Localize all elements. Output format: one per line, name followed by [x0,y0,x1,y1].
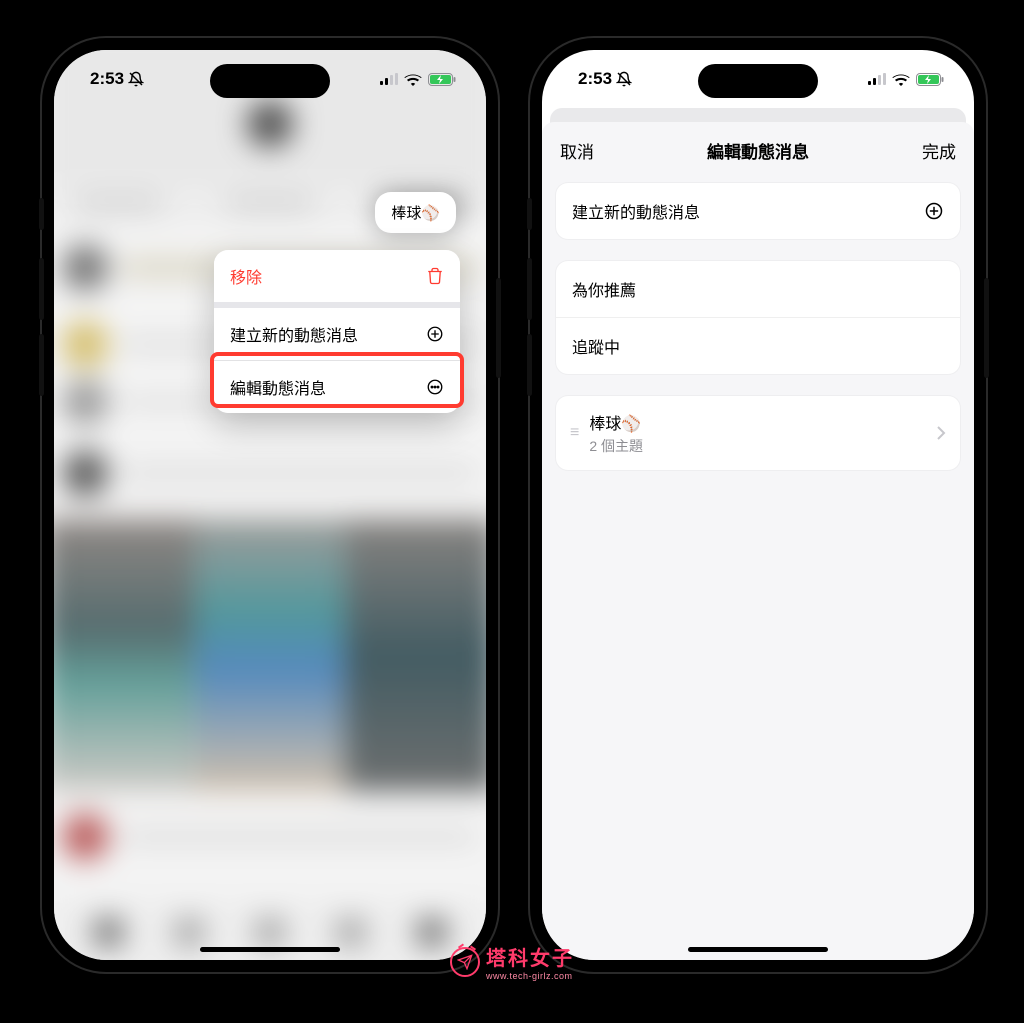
watermark: 塔科女子 www.tech-girlz.com [450,942,574,981]
cellular-icon [868,73,886,85]
plus-circle-icon [426,325,444,343]
sheet-header: 取消 編輯動態消息 完成 [542,122,974,175]
menu-item-label: 建立新的動態消息 [230,322,358,346]
feed-subtitle: 2 個主題 [589,436,643,456]
sheet-title: 編輯動態消息 [707,138,809,163]
feed-pill-label: 棒球⚾ [391,205,440,222]
menu-item-label: 編輯動態消息 [230,375,326,399]
phone-frame-right: 2:53 取消 編輯動態消息 [530,38,986,972]
ellipsis-circle-icon [426,378,444,396]
wifi-icon [404,73,422,86]
drag-handle-icon[interactable]: ≡ [570,424,577,442]
trash-icon [426,267,444,285]
create-feed-card: 建立新的動態消息 [556,183,960,239]
feed-name: 棒球⚾ [589,410,643,434]
menu-item-remove[interactable]: 移除 [214,250,460,302]
create-feed-row[interactable]: 建立新的動態消息 [556,183,960,239]
battery-charging-icon [916,73,944,86]
watermark-title: 塔科女子 [486,942,574,971]
screen-left: 2:53 [54,50,486,960]
bell-off-icon [128,71,144,87]
edit-feeds-sheet: 取消 編輯動態消息 完成 建立新的動態消息 為你推薦 [542,122,974,960]
cancel-button[interactable]: 取消 [560,138,594,163]
volume-up-button [39,258,44,320]
plus-circle-icon [924,201,944,221]
menu-item-create[interactable]: 建立新的動態消息 [214,308,460,360]
custom-feeds-card: ≡ 棒球⚾ 2 個主題 [556,396,960,470]
default-feeds-card: 為你推薦 追蹤中 [556,261,960,374]
home-indicator[interactable] [688,947,828,952]
menu-item-label: 移除 [230,264,262,288]
context-menu: 移除 建立新的動態消息 編輯動態消息 [214,250,460,413]
battery-charging-icon [428,73,456,86]
power-button [496,278,501,378]
wifi-icon [892,73,910,86]
menu-item-edit[interactable]: 編輯動態消息 [214,360,460,413]
custom-feed-row[interactable]: ≡ 棒球⚾ 2 個主題 [556,396,960,470]
watermark-url: www.tech-girlz.com [486,971,574,981]
context-menu-overlay[interactable]: 棒球⚾ 移除 建立新的動態消息 編輯動態消息 [54,50,486,960]
bell-off-icon [616,71,632,87]
volume-up-button [527,258,532,320]
home-indicator[interactable] [200,947,340,952]
status-time: 2:53 [578,69,612,89]
volume-down-button [527,334,532,396]
for-you-row[interactable]: 為你推薦 [556,261,960,317]
row-label: 建立新的動態消息 [572,199,700,223]
side-button [527,198,532,230]
row-label: 為你推薦 [572,277,636,301]
chevron-right-icon [936,425,946,441]
dynamic-island [210,64,330,98]
power-button [984,278,989,378]
volume-down-button [39,334,44,396]
screen-right: 2:53 取消 編輯動態消息 [542,50,974,960]
side-button [39,198,44,230]
following-row[interactable]: 追蹤中 [556,317,960,374]
phone-frame-left: 2:53 [42,38,498,972]
feed-pill[interactable]: 棒球⚾ [375,192,456,233]
dynamic-island [698,64,818,98]
watermark-logo-icon [450,947,480,977]
row-label: 追蹤中 [572,334,620,358]
status-time: 2:53 [90,69,124,89]
done-button[interactable]: 完成 [922,138,956,163]
cellular-icon [380,73,398,85]
